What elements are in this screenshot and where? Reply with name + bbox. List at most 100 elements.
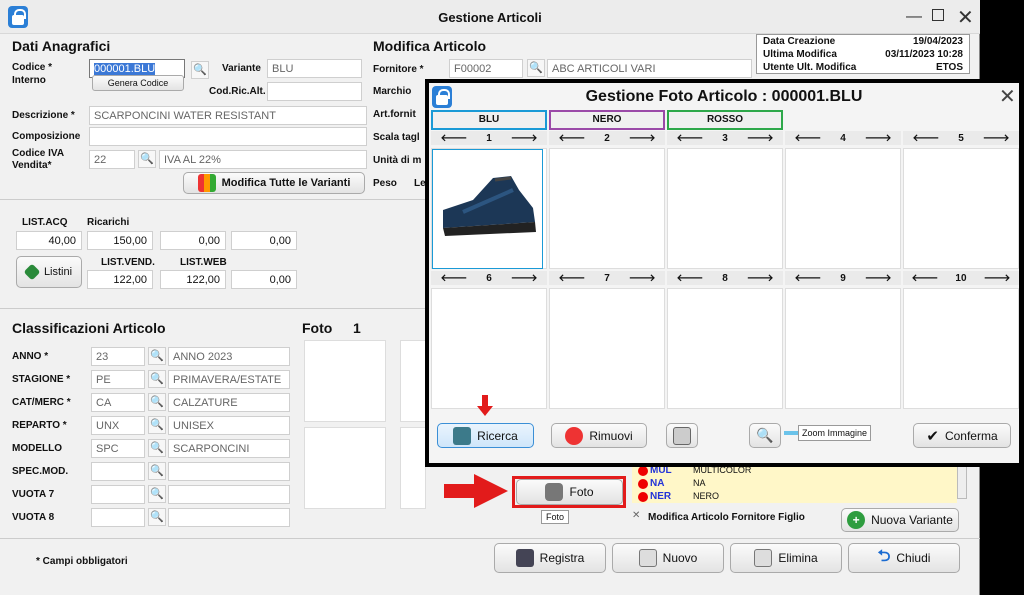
rimuovi-button[interactable]: Rimuovi — [551, 423, 647, 448]
classif-code-input[interactable] — [91, 462, 145, 481]
arrow-left-icon[interactable]: 🡐 — [558, 132, 585, 144]
arrow-right-icon[interactable]: 🡒 — [629, 272, 656, 284]
classif-code-input[interactable]: PE — [91, 370, 145, 389]
list-web-input[interactable]: 122,00 — [160, 270, 226, 289]
classif-code-input[interactable] — [91, 485, 145, 504]
close-icon[interactable]: ✕ — [957, 5, 974, 30]
genera-codice-button[interactable]: Genera Codice — [92, 75, 184, 91]
classif-search-icon[interactable]: 🔍 — [148, 416, 166, 434]
descrizione-input[interactable]: SCARPONCINI WATER RESISTANT — [89, 106, 367, 125]
photo-slot[interactable] — [903, 288, 1019, 409]
classif-search-icon[interactable]: 🔍 — [148, 347, 166, 365]
composizione-input[interactable] — [89, 127, 367, 146]
photo-slot[interactable] — [667, 148, 783, 269]
art-fornitore-label: Art.fornit — [373, 109, 416, 120]
color-tab-rosso[interactable]: ROSSO — [667, 110, 783, 130]
arrow-left-icon[interactable]: 🡐 — [676, 272, 703, 284]
photo-slot[interactable] — [304, 427, 386, 509]
camera-capture-button[interactable] — [666, 423, 698, 448]
classif-code-input[interactable]: SPC — [91, 439, 145, 458]
classif-search-icon[interactable]: 🔍 — [148, 485, 166, 503]
modifica-varianti-button[interactable]: Modifica Tutte le Varianti — [183, 172, 365, 194]
classif-search-icon[interactable]: 🔍 — [148, 393, 166, 411]
ricarico-2-input[interactable]: 0,00 — [160, 231, 226, 250]
arrow-right-icon[interactable]: 🡒 — [511, 272, 538, 284]
modal-close-icon[interactable]: ✕ — [999, 84, 1016, 109]
fornitore-code-input[interactable]: F00002 — [449, 59, 523, 78]
photo-slot[interactable] — [431, 288, 547, 409]
photo-slot[interactable] — [667, 288, 783, 409]
shoe-image[interactable] — [432, 149, 543, 269]
classif-search-icon[interactable]: 🔍 — [148, 439, 166, 457]
codric-input[interactable] — [267, 82, 362, 101]
arrow-right-icon[interactable]: 🡒 — [984, 272, 1011, 284]
iva-search-icon[interactable]: 🔍 — [138, 150, 156, 168]
red-dot-icon — [638, 492, 648, 502]
color-tab-blu[interactable]: BLU — [431, 110, 547, 130]
arrow-right-icon[interactable]: 🡒 — [865, 272, 892, 284]
ricarico-1-input[interactable]: 150,00 — [87, 231, 153, 250]
listini-button[interactable]: Listini — [16, 256, 82, 288]
ricarico-3-input[interactable]: 0,00 — [231, 231, 297, 250]
arrow-left-icon[interactable]: 🡐 — [912, 272, 939, 284]
photo-slot[interactable] — [785, 288, 901, 409]
photo-slot[interactable] — [549, 288, 665, 409]
conferma-button[interactable]: ✔ Conferma — [913, 423, 1011, 448]
fornitore-search-icon[interactable]: 🔍 — [527, 59, 545, 77]
zoom-button[interactable]: 🔍 — [749, 423, 781, 448]
arrow-right-icon[interactable]: 🡒 — [629, 132, 656, 144]
registra-button[interactable]: Registra — [494, 543, 606, 573]
elimina-button[interactable]: Elimina — [730, 543, 842, 573]
arrow-left-icon[interactable]: 🡐 — [558, 272, 585, 284]
minimize-icon[interactable]: — — [906, 8, 922, 26]
photo-slot[interactable] — [400, 340, 426, 422]
arrow-right-icon[interactable]: 🡒 — [511, 132, 538, 144]
new-document-icon — [638, 549, 657, 567]
section-classificazioni: Classificazioni Articolo — [12, 320, 166, 336]
remove-icon — [565, 426, 584, 445]
arrow-right-icon[interactable]: 🡒 — [747, 132, 774, 144]
arrow-left-icon[interactable]: 🡐 — [676, 132, 703, 144]
photo-slot[interactable] — [785, 148, 901, 269]
arrow-left-icon[interactable]: 🡐 — [794, 272, 821, 284]
ricerca-button[interactable]: Ricerca — [437, 423, 534, 448]
photo-slot[interactable] — [304, 340, 386, 422]
arrow-right-icon[interactable]: 🡒 — [983, 132, 1010, 144]
scrollbar[interactable] — [957, 463, 967, 499]
variante-input[interactable]: BLU — [267, 59, 362, 78]
nuovo-button[interactable]: Nuovo — [612, 543, 724, 573]
classif-desc-input: PRIMAVERA/ESTATE — [168, 370, 290, 389]
chiudi-button[interactable]: ⮌ Chiudi — [848, 543, 960, 573]
classif-search-icon[interactable]: 🔍 — [148, 370, 166, 388]
iva-code-input[interactable]: 22 — [89, 150, 135, 169]
info-row: Data Creazione 19/04/2023 — [763, 36, 963, 47]
list-vend-input[interactable]: 122,00 — [87, 270, 153, 289]
maximize-icon[interactable] — [932, 9, 944, 21]
photo-slot[interactable] — [400, 427, 426, 509]
classif-code-input[interactable]: 23 — [91, 347, 145, 366]
slot-number: 10 — [955, 272, 967, 284]
red-arrow-shaft — [444, 484, 476, 498]
list-acq-input[interactable]: 40,00 — [16, 231, 82, 250]
color-tab-nero[interactable]: NERO — [549, 110, 665, 130]
photo-slot[interactable] — [903, 148, 1019, 269]
checkbox-icon[interactable]: ✕ — [632, 510, 640, 521]
classif-code-input[interactable] — [91, 508, 145, 527]
classif-label: STAGIONE * — [12, 374, 71, 385]
arrow-right-icon[interactable]: 🡒 — [747, 272, 774, 284]
camera-icon — [545, 483, 564, 501]
foto-button[interactable]: Foto — [516, 479, 623, 505]
arrow-right-icon[interactable]: 🡒 — [865, 132, 892, 144]
photo-slot[interactable] — [549, 148, 665, 269]
arrow-left-icon[interactable]: 🡐 — [912, 132, 939, 144]
classif-code-input[interactable]: CA — [91, 393, 145, 412]
arrow-left-icon[interactable]: 🡐 — [440, 132, 467, 144]
classif-search-icon[interactable]: 🔍 — [148, 508, 166, 526]
codice-search-icon[interactable]: 🔍 — [191, 61, 209, 79]
list-3-input[interactable]: 0,00 — [231, 270, 297, 289]
classif-search-icon[interactable]: 🔍 — [148, 462, 166, 480]
arrow-left-icon[interactable]: 🡐 — [794, 132, 821, 144]
nuova-variante-button[interactable]: + Nuova Variante — [841, 508, 959, 532]
classif-code-input[interactable]: UNX — [91, 416, 145, 435]
arrow-left-icon[interactable]: 🡐 — [440, 272, 467, 284]
